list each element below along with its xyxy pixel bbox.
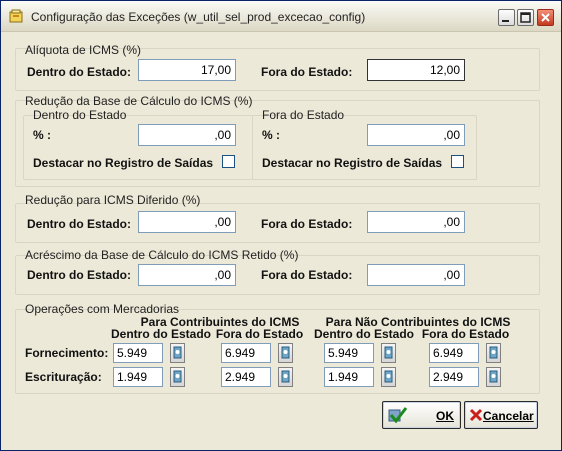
lookup-icon [173,346,182,359]
title-bar[interactable]: Configuração das Exceções (w_util_sel_pr… [1,1,561,32]
lookup-icon [384,346,393,359]
lookup-icon [173,370,182,383]
reducao-dentro-input[interactable]: ,00 [138,124,236,146]
contrib-col-dentro: Dentro do Estado [110,327,211,341]
lookup-icon [489,346,498,359]
diferido-fora-input[interactable]: ,00 [367,211,465,233]
aliquota-dentro-input[interactable]: 17,00 [138,59,236,81]
close-button[interactable] [537,9,554,26]
lookup-button[interactable] [381,367,396,387]
lookup-button[interactable] [486,343,501,363]
acrescimo-title: Acréscimo da Base de Cálculo do ICMS Ret… [25,248,299,262]
fornecimento-naocontrib-fora-input[interactable]: 6.949 [429,343,479,363]
reducao-fora-destacar-label: Destacar no Registro de Saídas [262,156,443,170]
diferido-fora-label: Fora do Estado: [261,217,353,231]
fornecimento-label: Fornecimento: [25,346,109,360]
ok-button[interactable]: OK [382,401,461,429]
cancel-label: Cancelar [483,409,534,423]
maximize-button[interactable] [517,9,534,26]
fornecimento-contrib-fora-input[interactable]: 6.949 [221,343,271,363]
dialog-body: Alíquota de ICMS (%) Dentro do Estado: 1… [9,37,554,439]
diferido-dentro-input[interactable]: ,00 [138,211,236,233]
escrituracao-naocontrib-dentro-input[interactable]: 1.949 [324,367,374,387]
lookup-button[interactable] [170,343,185,363]
lookup-button[interactable] [170,367,185,387]
x-icon [469,408,483,422]
reducao-title: Redução da Base de Cálculo do ICMS (%) [25,94,253,108]
reducao-fora-title: Fora do Estado [262,108,345,122]
diferido-dentro-label: Dentro do Estado: [27,217,131,231]
lookup-button[interactable] [486,367,501,387]
operacoes-title: Operações com Mercadorias [25,302,180,316]
close-icon [541,13,550,22]
escrituracao-contrib-fora-input[interactable]: 2.949 [221,367,271,387]
lookup-button[interactable] [278,367,293,387]
aliquota-title: Alíquota de ICMS (%) [25,43,142,57]
reducao-fora-pct-label: % : [262,128,280,142]
reducao-fora-input[interactable]: ,00 [367,124,465,146]
minimize-icon [502,20,509,22]
check-icon [388,407,408,424]
reducao-dentro-title: Dentro do Estado [33,108,127,122]
acrescimo-dentro-label: Dentro do Estado: [27,268,131,282]
reducao-dentro-destacar-checkbox[interactable] [222,155,235,168]
contrib-col-fora: Fora do Estado [215,327,304,341]
fornecimento-contrib-dentro-input[interactable]: 5.949 [113,343,163,363]
escrituracao-naocontrib-fora-input[interactable]: 2.949 [429,367,479,387]
cancel-button[interactable]: Cancelar [464,401,538,429]
window-title: Configuração das Exceções (w_util_sel_pr… [31,10,366,24]
lookup-icon [384,370,393,383]
acrescimo-fora-input[interactable]: ,00 [367,264,465,286]
lookup-icon [489,370,498,383]
lookup-button[interactable] [381,343,396,363]
minimize-button[interactable] [498,9,515,26]
dialog-window: Configuração das Exceções (w_util_sel_pr… [0,0,562,451]
nao-contrib-col-fora: Fora do Estado [421,327,510,341]
reducao-dentro-pct-label: % : [33,128,51,142]
app-icon [9,9,23,23]
ok-label: OK [436,409,454,423]
fornecimento-naocontrib-dentro-input[interactable]: 5.949 [324,343,374,363]
escrituracao-contrib-dentro-input[interactable]: 1.949 [113,367,163,387]
nao-contrib-col-dentro: Dentro do Estado [313,327,414,341]
acrescimo-dentro-input[interactable]: ,00 [138,264,236,286]
aliquota-fora-input[interactable]: 12,00 [367,59,465,81]
lookup-icon [281,346,290,359]
lookup-icon [281,370,290,383]
diferido-title: Redução para ICMS Diferido (%) [25,193,201,207]
aliquota-dentro-label: Dentro do Estado: [27,65,131,79]
lookup-button[interactable] [278,343,293,363]
acrescimo-fora-label: Fora do Estado: [261,268,353,282]
escrituracao-label: Escrituração: [25,370,102,384]
aliquota-fora-label: Fora do Estado: [261,65,353,79]
reducao-fora-destacar-checkbox[interactable] [451,155,464,168]
maximize-icon [520,12,531,23]
reducao-dentro-destacar-label: Destacar no Registro de Saídas [33,156,214,170]
